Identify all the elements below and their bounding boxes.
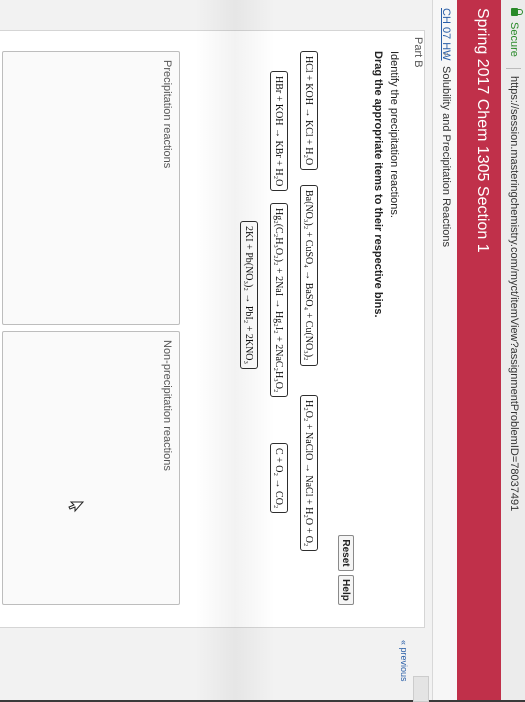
side-tab-button[interactable] bbox=[413, 676, 429, 702]
secure-label: Secure bbox=[508, 22, 520, 57]
url-text[interactable]: https://session.masteringchemistry.com/m… bbox=[508, 76, 520, 511]
address-divider bbox=[506, 68, 521, 69]
reaction-item[interactable]: Hg₂(C₂H₃O₂)₂ + 2NaI → Hg₂I₂ + 2NaC₂H₃O₂ bbox=[270, 203, 288, 398]
previous-link[interactable]: « previous bbox=[399, 640, 409, 682]
reaction-item[interactable]: C + O₂ → CO₂ bbox=[270, 443, 288, 514]
course-title[interactable]: Spring 2017 Chem 1305 Section 1 bbox=[473, 8, 491, 253]
photo-scene: Secure https://session.masteringchemistr… bbox=[0, 0, 525, 702]
drag-instruction-text: Drag the appropriate items to their resp… bbox=[372, 51, 384, 318]
breadcrumb: CH 07 HW › Solubility and Precipitation … bbox=[432, 0, 457, 700]
course-header: Spring 2017 Chem 1305 Section 1 bbox=[457, 0, 501, 700]
instruction-text: Identify the precipitation reactions. bbox=[388, 51, 400, 218]
address-bar[interactable]: Secure https://session.masteringchemistr… bbox=[500, 0, 525, 700]
reaction-item[interactable]: 2KI + Pb(NO₃)₂ → PbI₂ + 2KNO₃ bbox=[240, 221, 258, 369]
reaction-item[interactable]: HBr + KOH → KBr + H₂O bbox=[270, 71, 288, 192]
non-precipitation-bin[interactable]: Non-precipitation reactions bbox=[2, 331, 180, 605]
lock-icon bbox=[510, 8, 519, 16]
browser-page: Secure https://session.masteringchemistr… bbox=[0, 0, 525, 702]
non-precipitation-bin-label: Non-precipitation reactions bbox=[161, 340, 173, 471]
breadcrumb-current: Solubility and Precipitation Reactions bbox=[440, 66, 452, 247]
mouse-pointer-icon bbox=[68, 501, 84, 513]
reaction-item[interactable]: Ba(NO₃)₂ + CuSO₄ → BaSO₄ + Cu(NO₃)₂ bbox=[300, 185, 318, 366]
precipitation-bin-label: Precipitation reactions bbox=[161, 60, 173, 169]
reaction-item[interactable]: H₂O₂ + NaClO → NaCl + H₂O + O₂ bbox=[300, 395, 318, 552]
reset-button[interactable]: Reset bbox=[338, 535, 354, 571]
help-button[interactable]: Help bbox=[338, 575, 354, 605]
chevron-right-icon: › bbox=[439, 52, 454, 57]
problem-card: Part B Identify the precipitation reacti… bbox=[0, 30, 425, 628]
precipitation-bin[interactable]: Precipitation reactions bbox=[2, 51, 180, 325]
reaction-item[interactable]: HCl + KOH → KCl + H₂O bbox=[300, 51, 318, 171]
part-label: Part B bbox=[412, 37, 424, 68]
